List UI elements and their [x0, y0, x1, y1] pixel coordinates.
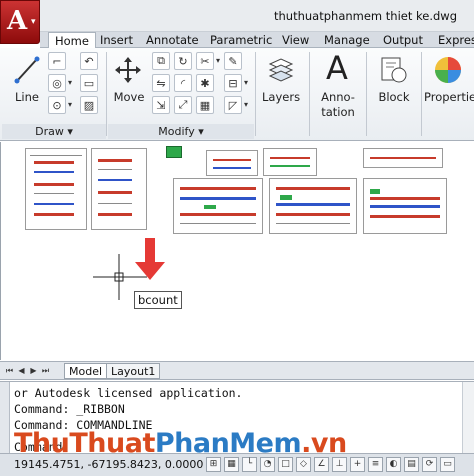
- drawing-sheet: [173, 178, 263, 234]
- tab-express[interactable]: Express: [432, 32, 474, 48]
- drawing-sheet: [363, 148, 443, 168]
- snap-mode-icon[interactable]: ⊞: [206, 457, 221, 472]
- panel-separator: [366, 52, 367, 136]
- first-layout-icon[interactable]: ⏮: [4, 365, 15, 377]
- quick-properties-icon[interactable]: ▤: [404, 457, 419, 472]
- dynamic-ucs-icon[interactable]: ⊥: [332, 457, 347, 472]
- command-history-line: or Autodesk licensed application.: [14, 386, 243, 400]
- annotation-label-line1[interactable]: Anno-: [316, 90, 360, 104]
- coordinate-readout[interactable]: 19145.4751, -67195.8423, 0.0000: [14, 458, 203, 471]
- tab-parametric[interactable]: Parametric: [204, 32, 278, 48]
- properties-icon[interactable]: [432, 54, 464, 86]
- array-tool-icon[interactable]: ▦: [196, 96, 214, 114]
- arc-tool-icon[interactable]: ↶: [80, 52, 98, 70]
- window-title: thuthuatphanmem thiet ke.dwg: [274, 9, 458, 23]
- chevron-down-icon[interactable]: ▾: [244, 78, 248, 87]
- mirror-tool-icon[interactable]: ⇋: [152, 74, 170, 92]
- block-insert-icon[interactable]: [378, 54, 410, 86]
- erase-tool-icon[interactable]: ✎: [224, 52, 242, 70]
- polar-tracking-icon[interactable]: ◔: [260, 457, 275, 472]
- status-bar: 19145.4751, -67195.8423, 0.0000 ⊞ ▦ └ ◔ …: [0, 453, 474, 476]
- next-layout-icon[interactable]: ▶: [28, 365, 39, 377]
- chevron-down-icon[interactable]: ▾: [216, 56, 220, 65]
- drawing-sheet: [269, 178, 357, 234]
- tab-home[interactable]: Home: [48, 32, 96, 49]
- move-tool-label[interactable]: Move: [112, 90, 146, 104]
- chevron-down-icon[interactable]: ▾: [68, 100, 72, 109]
- layout-tabs-bar: ⏮ ◀ ▶ ⏭ Model Layout1: [0, 361, 474, 380]
- application-menu-button[interactable]: A ▾: [0, 0, 40, 44]
- tab-view[interactable]: View: [276, 32, 315, 48]
- drawing-sheet: [263, 148, 317, 176]
- layers-icon[interactable]: [266, 54, 296, 86]
- red-arrow-icon: [135, 238, 165, 280]
- stretch-tool-icon[interactable]: ⇲: [152, 96, 170, 114]
- drawing-sheet: [25, 148, 87, 230]
- panel-separator: [309, 52, 310, 136]
- polyline-icon[interactable]: ⌐: [48, 52, 66, 70]
- green-marker: [166, 146, 182, 158]
- copy-tool-icon[interactable]: ⧉: [152, 52, 170, 70]
- selection-cycling-icon[interactable]: ⟳: [422, 457, 437, 472]
- rectangle-tool-icon[interactable]: ▭: [80, 74, 98, 92]
- command-history-line: Command: _RIBBON: [14, 402, 125, 416]
- tab-manage[interactable]: Manage: [318, 32, 376, 48]
- tab-annotate[interactable]: Annotate: [140, 32, 205, 48]
- object-snap-tracking-icon[interactable]: ∠: [314, 457, 329, 472]
- model-space-icon[interactable]: ▭: [440, 457, 455, 472]
- tab-model[interactable]: Model: [64, 363, 108, 379]
- hatch-tool-icon[interactable]: ▨: [80, 96, 98, 114]
- move-tool-icon[interactable]: [114, 54, 142, 86]
- line-tool-icon[interactable]: [14, 54, 40, 86]
- scale-tool-icon[interactable]: ⤢: [174, 96, 192, 114]
- chevron-down-icon[interactable]: ▾: [68, 78, 72, 87]
- trim-tool-icon[interactable]: ✂: [196, 52, 214, 70]
- explode-tool-icon[interactable]: ✱: [196, 74, 214, 92]
- chevron-down-icon[interactable]: ▾: [244, 100, 248, 109]
- title-bar: A ▾ thuthuatphanmem thiet ke.dwg: [0, 0, 474, 44]
- annotation-icon[interactable]: A: [322, 49, 352, 87]
- 3d-object-snap-icon[interactable]: ◇: [296, 457, 311, 472]
- object-snap-icon[interactable]: □: [278, 457, 293, 472]
- drawing-sheet: [91, 148, 147, 230]
- fillet-tool-icon[interactable]: ◜: [174, 74, 192, 92]
- previous-layout-icon[interactable]: ◀: [16, 365, 27, 377]
- panel-separator: [255, 52, 256, 136]
- panel-separator: [421, 52, 422, 136]
- rotate-tool-icon[interactable]: ↻: [174, 52, 192, 70]
- command-line-grip[interactable]: [0, 382, 10, 454]
- circle-tool-icon[interactable]: ◎: [48, 74, 66, 92]
- line-tool-label[interactable]: Line: [12, 90, 42, 104]
- transparency-icon[interactable]: ◐: [386, 457, 401, 472]
- tab-layout1[interactable]: Layout1: [106, 363, 161, 379]
- chevron-down-icon: ▾: [31, 17, 36, 27]
- modify-panel-label[interactable]: Modify ▾: [108, 124, 254, 139]
- layers-label[interactable]: Layers: [262, 90, 300, 104]
- autocad-logo-icon: A: [7, 6, 28, 36]
- last-layout-icon[interactable]: ⏭: [40, 365, 51, 377]
- ribbon-tabs: Home Insert Annotate Parametric View Man…: [40, 32, 474, 49]
- properties-label[interactable]: Properties: [424, 90, 474, 104]
- annotation-label-line2[interactable]: tation: [316, 105, 360, 119]
- dynamic-input-icon[interactable]: +: [350, 457, 365, 472]
- tab-insert[interactable]: Insert: [94, 32, 139, 48]
- lineweight-icon[interactable]: ≡: [368, 457, 383, 472]
- panel-separator: [106, 52, 107, 136]
- drawing-sheet: [206, 150, 258, 176]
- dynamic-command-input[interactable]: bcount: [134, 291, 182, 309]
- ellipse-icon[interactable]: ⊙: [48, 96, 66, 114]
- drawing-sheet: [363, 178, 447, 234]
- command-line-scrollbar[interactable]: [462, 382, 474, 454]
- ortho-mode-icon[interactable]: └: [242, 457, 257, 472]
- tab-output[interactable]: Output: [377, 32, 429, 48]
- ribbon: Line ⌐ ◎ ⊙ ▾ ▾ ↶ ▭ ▨ Draw ▾ Move ⧉ ↻ ✂ ▾…: [0, 48, 474, 141]
- block-label[interactable]: Block: [376, 90, 412, 104]
- draw-panel-label[interactable]: Draw ▾: [2, 124, 106, 139]
- grid-mode-icon[interactable]: ▦: [224, 457, 239, 472]
- chamfer-tool-icon[interactable]: ◸: [224, 96, 242, 114]
- offset-tool-icon[interactable]: ⊟: [224, 74, 242, 92]
- drawing-canvas[interactable]: [0, 142, 474, 360]
